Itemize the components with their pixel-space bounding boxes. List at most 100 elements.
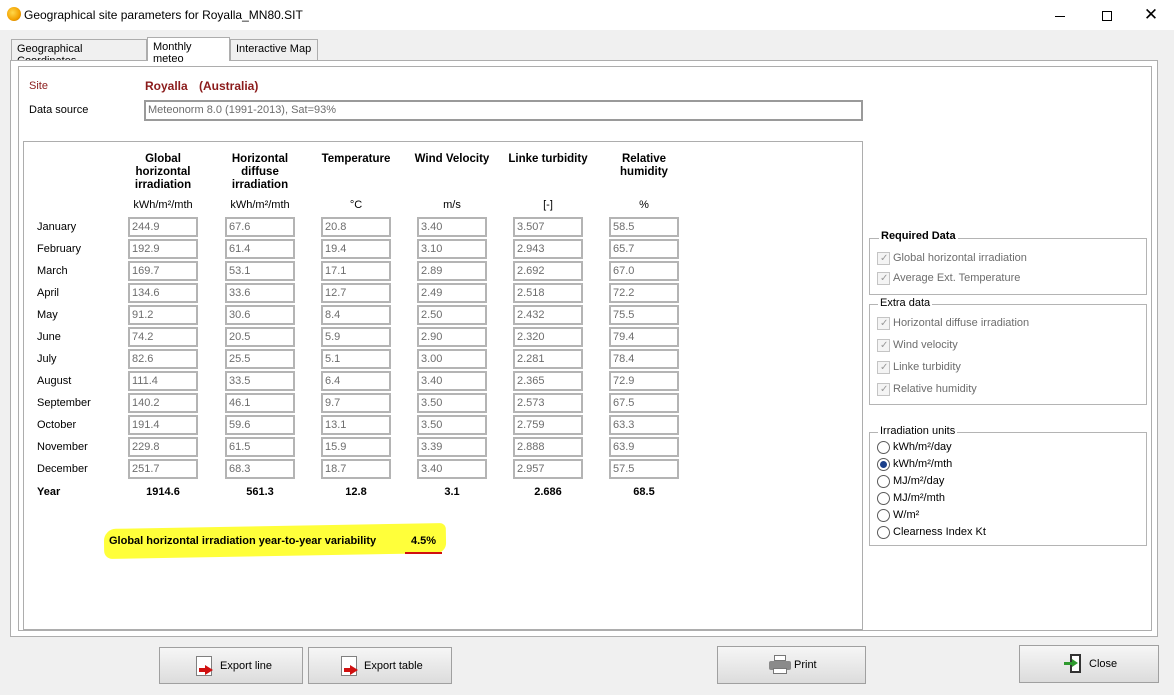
print-button[interactable]: Print [717, 646, 866, 684]
value-cell[interactable]: 72.9 [609, 371, 679, 391]
value-cell[interactable]: 3.40 [417, 371, 487, 391]
value-cell[interactable]: 75.5 [609, 305, 679, 325]
value-cell[interactable]: 134.6 [128, 283, 198, 303]
value-cell[interactable]: 79.4 [609, 327, 679, 347]
value-cell[interactable]: 3.40 [417, 459, 487, 479]
value-cell[interactable]: 3.50 [417, 415, 487, 435]
value-cell[interactable]: 111.4 [128, 371, 198, 391]
value-cell[interactable]: 169.7 [128, 261, 198, 281]
value-cell[interactable]: 18.7 [321, 459, 391, 479]
value-cell[interactable]: 33.6 [225, 283, 295, 303]
value-cell[interactable]: 63.3 [609, 415, 679, 435]
value-cell[interactable]: 2.89 [417, 261, 487, 281]
value-cell[interactable]: 46.1 [225, 393, 295, 413]
value-cell[interactable]: 5.9 [321, 327, 391, 347]
value-cell[interactable]: 229.8 [128, 437, 198, 457]
value-cell[interactable]: 3.507 [513, 217, 583, 237]
column-header: Global horizontal irradiation [113, 153, 213, 192]
close-button[interactable]: Close [1019, 645, 1159, 683]
value-cell[interactable]: 13.1 [321, 415, 391, 435]
value-cell[interactable]: 3.39 [417, 437, 487, 457]
year-label: Year [37, 486, 61, 498]
value-cell[interactable]: 251.7 [128, 459, 198, 479]
value-cell[interactable]: 2.759 [513, 415, 583, 435]
value-cell[interactable]: 72.2 [609, 283, 679, 303]
value-cell[interactable]: 3.50 [417, 393, 487, 413]
value-cell[interactable]: 68.3 [225, 459, 295, 479]
value-cell[interactable]: 61.5 [225, 437, 295, 457]
value-cell[interactable]: 20.5 [225, 327, 295, 347]
value-cell[interactable]: 140.2 [128, 393, 198, 413]
value-cell[interactable]: 78.4 [609, 349, 679, 369]
value-cell[interactable]: 57.5 [609, 459, 679, 479]
value-cell[interactable]: 191.4 [128, 415, 198, 435]
year-value: 12.8 [345, 486, 367, 498]
export-icon [341, 656, 358, 676]
value-cell[interactable]: 6.4 [321, 371, 391, 391]
value-cell[interactable]: 2.957 [513, 459, 583, 479]
tab-interactive-map[interactable]: Interactive Map [230, 39, 318, 60]
value-cell[interactable]: 9.7 [321, 393, 391, 413]
column-header: Horizontal diffuse irradiation [210, 153, 310, 192]
value-cell[interactable]: 2.90 [417, 327, 487, 347]
export-line-label: Export line [220, 660, 272, 672]
value-cell[interactable]: 3.00 [417, 349, 487, 369]
value-cell[interactable]: 2.365 [513, 371, 583, 391]
value-cell[interactable]: 244.9 [128, 217, 198, 237]
check-icon: ✓ [880, 253, 889, 264]
value-cell[interactable]: 19.4 [321, 239, 391, 259]
value-cell[interactable]: 3.10 [417, 239, 487, 259]
value-cell[interactable]: 12.7 [321, 283, 391, 303]
year-value: 1914.6 [146, 486, 180, 498]
value-cell[interactable]: 192.9 [128, 239, 198, 259]
value-cell[interactable]: 82.6 [128, 349, 198, 369]
value-cell[interactable]: 3.40 [417, 217, 487, 237]
value-cell[interactable]: 2.518 [513, 283, 583, 303]
value-cell[interactable]: 65.7 [609, 239, 679, 259]
tab-monthly-meteo[interactable]: Monthly meteo [147, 37, 230, 65]
value-cell[interactable]: 2.49 [417, 283, 487, 303]
value-cell[interactable]: 25.5 [225, 349, 295, 369]
column-unit: m/s [443, 199, 461, 211]
maximize-button[interactable] [1084, 0, 1130, 30]
value-cell[interactable]: 15.9 [321, 437, 391, 457]
value-cell[interactable]: 2.432 [513, 305, 583, 325]
variability-value: 4.5% [411, 535, 437, 547]
value-cell[interactable]: 17.1 [321, 261, 391, 281]
value-cell[interactable]: 61.4 [225, 239, 295, 259]
export-line-button[interactable]: Export line [159, 647, 303, 684]
minimize-button[interactable] [1037, 0, 1083, 30]
value-cell[interactable]: 58.5 [609, 217, 679, 237]
month-label: May [37, 309, 58, 321]
value-cell[interactable]: 2.50 [417, 305, 487, 325]
column-unit: % [639, 199, 649, 211]
value-cell[interactable]: 2.943 [513, 239, 583, 259]
value-cell[interactable]: 20.8 [321, 217, 391, 237]
value-cell[interactable]: 2.320 [513, 327, 583, 347]
value-cell[interactable]: 59.6 [225, 415, 295, 435]
required-data-title: Required Data [879, 230, 958, 242]
column-header-line: irradiation [231, 179, 289, 191]
export-table-button[interactable]: Export table [308, 647, 452, 684]
value-cell[interactable]: 2.573 [513, 393, 583, 413]
check-icon: ✓ [880, 340, 889, 351]
value-cell[interactable]: 63.9 [609, 437, 679, 457]
value-cell[interactable]: 67.5 [609, 393, 679, 413]
value-cell[interactable]: 91.2 [128, 305, 198, 325]
value-cell[interactable]: 53.1 [225, 261, 295, 281]
value-cell[interactable]: 67.6 [225, 217, 295, 237]
value-cell[interactable]: 2.281 [513, 349, 583, 369]
value-cell[interactable]: 74.2 [128, 327, 198, 347]
value-cell[interactable]: 67.0 [609, 261, 679, 281]
checkbox-label: Horizontal diffuse irradiation [893, 317, 1030, 329]
site-name: Royalla [145, 79, 188, 93]
data-source-field[interactable]: Meteonorm 8.0 (1991-2013), Sat=93% [144, 100, 863, 121]
value-cell[interactable]: 8.4 [321, 305, 391, 325]
value-cell[interactable]: 2.888 [513, 437, 583, 457]
value-cell[interactable]: 33.5 [225, 371, 295, 391]
tab-geographical-coordinates[interactable]: Geographical Coordinates [11, 39, 147, 67]
value-cell[interactable]: 30.6 [225, 305, 295, 325]
value-cell[interactable]: 5.1 [321, 349, 391, 369]
value-cell[interactable]: 2.692 [513, 261, 583, 281]
close-window-button[interactable]: ✕ [1128, 0, 1174, 30]
